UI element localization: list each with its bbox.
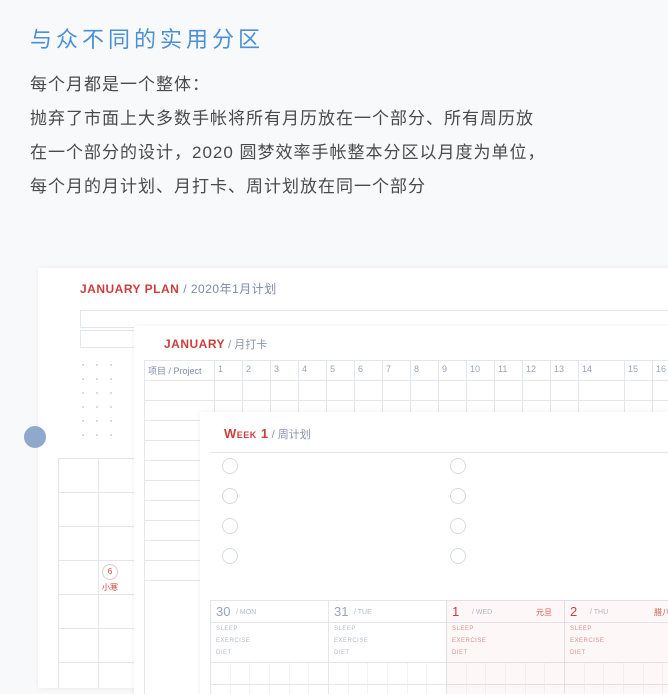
check-day-number: 1: [218, 364, 223, 374]
check-day-number: 14: [582, 364, 592, 374]
check-day-number: 16: [656, 364, 666, 374]
holiday-column-overlay: [564, 600, 668, 694]
plan-title-en: January plan: [80, 282, 179, 296]
deco-dot: [82, 378, 84, 380]
todo-circle: [450, 518, 466, 534]
deco-dot: [96, 420, 98, 422]
check-day-number: 13: [554, 364, 564, 374]
deco-dot: [110, 392, 112, 394]
section-title: 与众不同的实用分区: [0, 0, 668, 68]
todo-circle: [222, 548, 238, 564]
week-day-dow: / TUE: [354, 609, 372, 616]
deco-dot: [82, 392, 84, 394]
deco-dot: [82, 420, 84, 422]
check-day-number: 2: [246, 364, 251, 374]
para-line: 在一个部分的设计，2020 圆梦效率手帐整本分区以月度为单位，: [30, 136, 638, 170]
deco-dot: [110, 378, 112, 380]
week-row-label: SLEEP: [334, 626, 356, 632]
deco-dot: [96, 364, 98, 366]
check-day-number: 4: [302, 364, 307, 374]
deco-dot: [96, 378, 98, 380]
deco-dot: [110, 434, 112, 436]
week-title-cn: 周计划: [278, 429, 311, 441]
week-day-number: 31: [334, 604, 348, 619]
check-project-label: 项目 / Project: [148, 364, 202, 377]
check-day-number: 11: [498, 364, 507, 374]
check-day-number: 10: [470, 364, 480, 374]
week-day-number: 30: [216, 604, 230, 619]
week-title-sep: /: [269, 429, 278, 441]
week-row-label: SLEEP: [216, 626, 238, 632]
check-title-cn: 月打卡: [234, 339, 267, 351]
check-day-number: 5: [330, 364, 335, 374]
check-title-sep: /: [225, 339, 234, 351]
check-day-number: 8: [414, 364, 419, 374]
todo-circle: [222, 518, 238, 534]
week-row-label: EXERCISE: [334, 638, 368, 644]
deco-dot: [82, 406, 84, 408]
plan-title-sep: /: [179, 282, 191, 296]
deco-dot: [96, 392, 98, 394]
check-title-en: January: [164, 337, 225, 351]
week-row-label: EXERCISE: [216, 638, 250, 644]
check-day-number: 12: [526, 364, 536, 374]
deco-dot: [96, 434, 98, 436]
check-day-number: 15: [628, 364, 638, 374]
todo-circle: [450, 548, 466, 564]
plan-title-cn: 2020年1月计划: [191, 282, 277, 296]
para-line: 每个月的月计划、月打卡、周计划放在同一个部分: [30, 170, 638, 204]
week-row-label: DIET: [216, 650, 232, 656]
deco-dot: [96, 406, 98, 408]
section-paragraph: 每个月都是一个整体： 抛弃了市面上大多数手帐将所有月历放在一个部分、所有周历放 …: [0, 68, 668, 204]
calendar-day-highlight: 6: [102, 564, 118, 580]
check-day-number: 6: [358, 364, 363, 374]
deco-dot: [82, 364, 84, 366]
index-tab: [24, 426, 46, 448]
para-line: 抛弃了市面上大多数手帐将所有月历放在一个部分、所有周历放: [30, 102, 638, 136]
week-day-dow: / MON: [236, 609, 256, 616]
page-week-plan: Week 1 / 周计划 30 / MON SLEEP EXERCISE DIET 31 /…: [200, 412, 668, 694]
check-day-number: 9: [442, 364, 447, 374]
deco-dot: [110, 406, 112, 408]
planner-mockup: January plan / 2020年1月计划 6 小寒 January / …: [0, 252, 668, 694]
deco-dot: [110, 364, 112, 366]
todo-circle: [222, 458, 238, 474]
todo-circle: [450, 458, 466, 474]
week-row-label: DIET: [334, 650, 350, 656]
check-day-number: 3: [274, 364, 279, 374]
deco-dot: [82, 434, 84, 436]
todo-circle: [222, 488, 238, 504]
calendar-day-label: 小寒: [102, 582, 118, 593]
todo-circle: [450, 488, 466, 504]
deco-dot: [110, 420, 112, 422]
check-day-number: 7: [386, 364, 391, 374]
week-title-en: Week 1: [224, 426, 269, 441]
para-line: 每个月都是一个整体：: [30, 68, 638, 102]
